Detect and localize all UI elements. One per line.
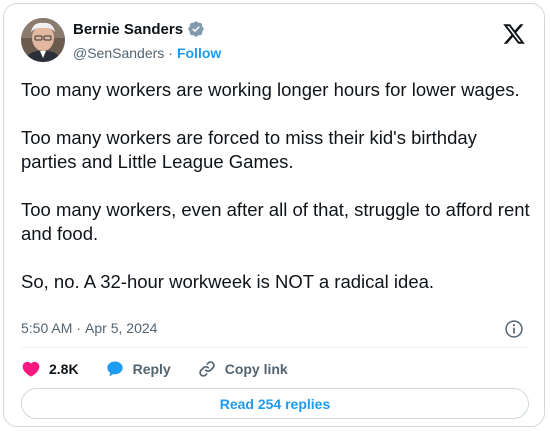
reply-button[interactable]: Reply — [105, 359, 171, 379]
tweet-paragraph: So, no. A 32-hour workweek is NOT a radi… — [21, 271, 435, 292]
separator: · — [76, 320, 82, 336]
info-icon[interactable] — [504, 319, 524, 339]
read-replies-button[interactable]: Read 254 replies — [21, 388, 529, 419]
like-count: 2.8K — [49, 361, 79, 377]
verified-badge-icon — [188, 21, 204, 37]
speech-bubble-icon — [106, 361, 123, 377]
tweet-paragraph: Too many workers are forced to miss thei… — [21, 127, 477, 172]
timestamp[interactable]: 5:50 AM · Apr 5, 2024 — [21, 320, 157, 336]
divider — [21, 347, 529, 348]
author-handle-row: @SenSanders · Follow — [73, 45, 221, 61]
author-name-row: Bernie Sanders — [73, 20, 205, 38]
tweet-date: Apr 5, 2024 — [85, 320, 158, 336]
like-button[interactable]: 2.8K — [21, 359, 79, 379]
tweet-paragraph: Too many workers are working longer hour… — [21, 79, 520, 100]
avatar[interactable] — [21, 18, 65, 62]
action-bar: 2.8K Reply Copy link — [21, 359, 314, 379]
x-logo-icon[interactable] — [502, 22, 526, 46]
separator: · — [168, 45, 173, 61]
follow-button[interactable]: Follow — [177, 45, 221, 61]
link-icon — [198, 361, 215, 377]
copy-link-button[interactable]: Copy link — [197, 359, 288, 379]
author-handle[interactable]: @SenSanders — [73, 45, 164, 61]
heart-icon — [22, 361, 40, 377]
tweet-time: 5:50 AM — [21, 320, 73, 336]
author-name[interactable]: Bernie Sanders — [73, 21, 183, 38]
tweet-card: Bernie Sanders @SenSanders · Follow Too … — [3, 3, 545, 427]
copy-link-label: Copy link — [224, 361, 288, 377]
tweet-paragraph: Too many workers, even after all of that… — [21, 199, 530, 244]
reply-label: Reply — [132, 361, 171, 377]
tweet-text: Too many workers are working longer hour… — [21, 78, 531, 318]
